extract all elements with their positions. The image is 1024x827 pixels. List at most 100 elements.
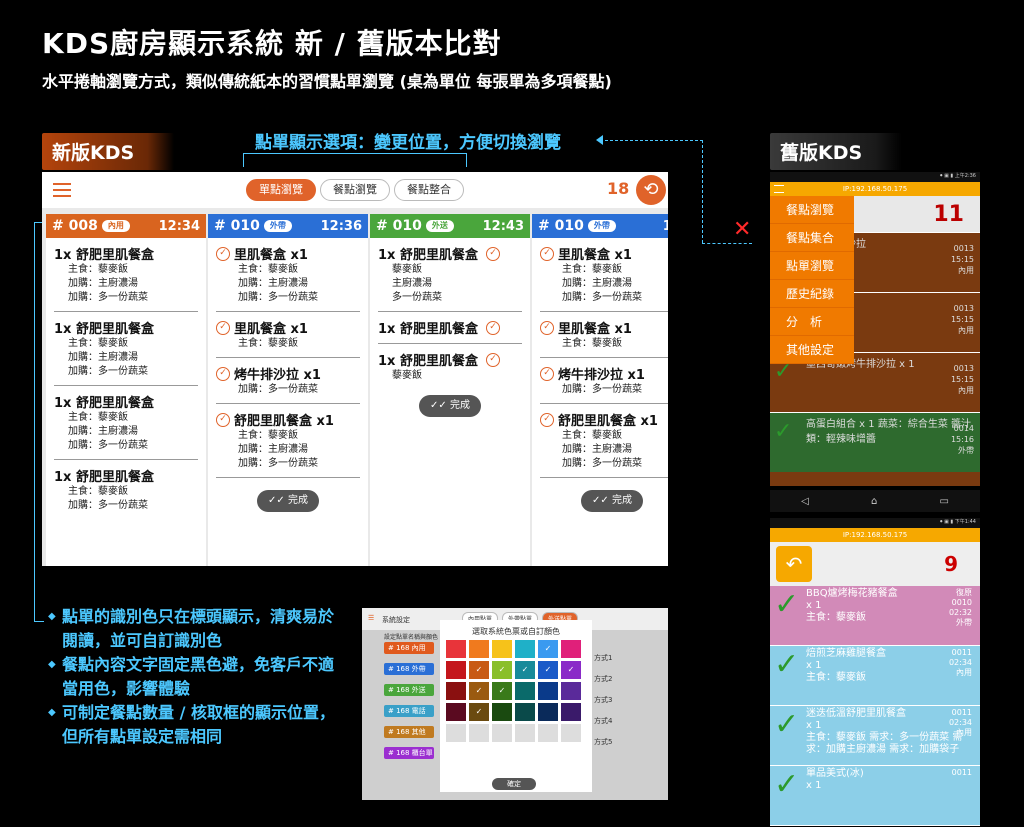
done-button[interactable]: ✓✓ 完成 (257, 490, 319, 512)
order-card[interactable]: # 010 外送 12:43 1x 舒肥里肌餐盒 ✓ 藜麥飯 主廚濃湯 多一份蔬菜 1x 舒肥里… (370, 214, 530, 566)
menu-icon[interactable]: ☰ (368, 614, 374, 622)
home-nav-icon[interactable]: ⌂ (871, 496, 877, 507)
color-row[interactable]: # 168 內用 (384, 642, 434, 654)
menu-item[interactable]: 餐點瀏覽 (770, 196, 854, 224)
confirm-button[interactable]: 確定 (492, 778, 536, 790)
item-name[interactable]: ✓ 烤牛排沙拉 x1 (540, 364, 668, 383)
color-swatch[interactable] (538, 682, 558, 700)
color-swatch[interactable]: ✓ (469, 682, 489, 700)
old-item-meta: 0011 02:34 內用 (949, 648, 972, 678)
color-swatch[interactable] (446, 703, 466, 721)
item-name[interactable]: 1x 舒肥里肌餐盒 (54, 244, 198, 263)
item-name[interactable]: 1x 舒肥里肌餐盒 (54, 392, 198, 411)
color-row[interactable]: # 168 外帶 (384, 663, 434, 675)
double-check-icon: ✓✓ (430, 400, 450, 411)
menu-item[interactable]: 歷史紀錄 (770, 280, 854, 308)
menu-icon[interactable] (53, 183, 71, 197)
order-type-badge: 外送 (425, 220, 454, 232)
color-swatch[interactable]: ✓ (492, 682, 512, 700)
menu-item[interactable]: 餐點集合 (770, 224, 854, 252)
item-name[interactable]: 1x 舒肥里肌餐盒 (54, 318, 198, 337)
color-swatch[interactable] (446, 640, 466, 658)
color-swatch[interactable] (515, 724, 535, 742)
order-item: 1x 舒肥里肌餐盒 主食：藜麥飯 加購：主廚濃湯 加購：多一份蔬菜 (46, 238, 206, 305)
color-row[interactable]: # 168 電話 (384, 705, 434, 717)
menu-item[interactable]: 分 析 (770, 308, 854, 336)
check-circle-icon[interactable]: ✓ (216, 246, 230, 261)
item-name[interactable]: 1x 舒肥里肌餐盒 ✓ (378, 318, 522, 337)
back-nav-icon[interactable]: ◁ (801, 496, 809, 507)
item-name[interactable]: 1x 舒肥里肌餐盒 ✓ (378, 350, 522, 369)
check-circle-icon[interactable]: ✓ (540, 412, 554, 427)
color-row[interactable]: # 168 櫃台單 (384, 747, 434, 759)
menu-item[interactable]: 點單瀏覽 (770, 252, 854, 280)
color-row[interactable]: # 168 其他 (384, 726, 434, 738)
order-card[interactable]: # 010外帶12:✓里肌餐盒 x1主食：藜麥飯加購：主廚濃湯加購：多一份蔬菜✓… (532, 214, 668, 566)
item-name[interactable]: ✓ 舒肥里肌餐盒 x1 (540, 410, 668, 429)
item-name[interactable]: ✓ 里肌餐盒 x1 (540, 244, 668, 263)
item-name[interactable]: ✓ 舒肥里肌餐盒 x1 (216, 410, 360, 429)
page-title: KDS廚房顯示系統 新 / 舊版本比對 (42, 27, 502, 60)
color-swatch[interactable] (469, 640, 489, 658)
menu-icon[interactable] (774, 185, 784, 193)
color-swatch[interactable]: ✓ (538, 661, 558, 679)
refresh-icon[interactable]: ⟲ (636, 175, 666, 205)
color-swatch[interactable]: ✓ (469, 703, 489, 721)
done-button[interactable]: ✓✓ 完成 (419, 395, 481, 417)
item-name[interactable]: ✓ 里肌餐盒 x1 (216, 244, 360, 263)
color-swatch[interactable]: ✓ (561, 661, 581, 679)
color-row[interactable]: # 168 外送 (384, 684, 434, 696)
check-circle-icon[interactable]: ✓ (216, 366, 230, 381)
color-swatch[interactable] (538, 724, 558, 742)
color-swatch[interactable] (446, 682, 466, 700)
color-swatch[interactable]: ✓ (538, 640, 558, 658)
order-card[interactable]: # 008 內用 12:34 1x 舒肥里肌餐盒 主食：藜麥飯 加購：主廚濃湯 加購：多一份… (46, 214, 206, 566)
check-circle-icon[interactable]: ✓ (216, 320, 230, 335)
old-order-row[interactable]: ✓ 單品美式(冰) x 1 0011 (770, 766, 980, 826)
color-swatch[interactable] (446, 661, 466, 679)
menu-item[interactable]: 其他設定 (770, 336, 854, 364)
color-swatch[interactable] (538, 703, 558, 721)
card-header: # 010 外帶 12:36 (208, 214, 368, 238)
color-swatch[interactable] (469, 724, 489, 742)
order-card[interactable]: # 010 外帶 12:36 ✓ 里肌餐盒 x1 主食：藜麥飯 加購：主廚濃湯 加購：多一份蔬… (208, 214, 368, 566)
color-swatch[interactable] (492, 640, 512, 658)
color-swatch[interactable] (561, 703, 581, 721)
check-circle-icon[interactable]: ✓ (485, 352, 500, 367)
done-button[interactable]: ✓✓ 完成 (581, 490, 643, 512)
item-name[interactable]: 1x 舒肥里肌餐盒 (54, 466, 198, 485)
back-icon[interactable]: ↶ (776, 546, 812, 582)
color-swatch[interactable]: ✓ (515, 661, 535, 679)
check-circle-icon[interactable]: ✓ (540, 366, 554, 381)
color-swatch[interactable]: ✓ (492, 661, 512, 679)
check-circle-icon[interactable]: ✓ (485, 320, 500, 335)
item-name[interactable]: ✓ 烤牛排沙拉 x1 (216, 364, 360, 383)
old-order-row[interactable]: ✓ 高蛋白組合 x 1 蔬菜：綜合生菜 醬汁類：輕辣味增醬 0014 15:16 外帶 (770, 412, 980, 472)
item-name[interactable]: ✓ 里肌餐盒 x1 (216, 318, 360, 337)
color-swatch[interactable] (561, 640, 581, 658)
old-order-row[interactable]: ✓ BBQ爐烤梅花豬餐盒 x 1 主食：藜麥飯 復原 0010 02:32 外帶 (770, 586, 980, 646)
check-circle-icon[interactable]: ✓ (216, 412, 230, 427)
color-swatch[interactable] (446, 724, 466, 742)
method-labels: 方式1 方式2 方式3 方式4 方式5 (594, 648, 612, 753)
color-swatch[interactable] (561, 724, 581, 742)
item-name[interactable]: 1x 舒肥里肌餐盒 ✓ (378, 244, 522, 263)
check-circle-icon[interactable]: ✓ (485, 246, 500, 261)
item-name[interactable]: ✓ 里肌餐盒 x1 (540, 318, 668, 337)
color-swatch[interactable] (492, 724, 512, 742)
tab-item-view[interactable]: 餐點瀏覽 (320, 179, 390, 201)
check-circle-icon[interactable]: ✓ (540, 320, 554, 335)
color-swatch[interactable] (492, 703, 512, 721)
tab-single-order[interactable]: 單點瀏覽 (246, 179, 316, 201)
color-swatch[interactable] (515, 703, 535, 721)
recent-nav-icon[interactable]: ▭ (939, 496, 948, 507)
item-option: 主食：藜麥飯 (238, 264, 298, 275)
tab-item-merge[interactable]: 餐點整合 (394, 179, 464, 201)
color-swatch[interactable] (515, 640, 535, 658)
check-circle-icon[interactable]: ✓ (540, 246, 554, 261)
old-order-row[interactable]: ✓ 焙煎芝麻雞腿餐盒 x 1 主食：藜麥飯 0011 02:34 內用 (770, 646, 980, 706)
color-swatch[interactable] (515, 682, 535, 700)
color-swatch[interactable]: ✓ (469, 661, 489, 679)
old-order-row[interactable]: ✓ 迷迭低溫舒肥里肌餐盒 x 1 主食：藜麥飯 需求：多一份蔬菜 需求：加購主廚濃湯 … (770, 706, 980, 766)
color-swatch[interactable] (561, 682, 581, 700)
